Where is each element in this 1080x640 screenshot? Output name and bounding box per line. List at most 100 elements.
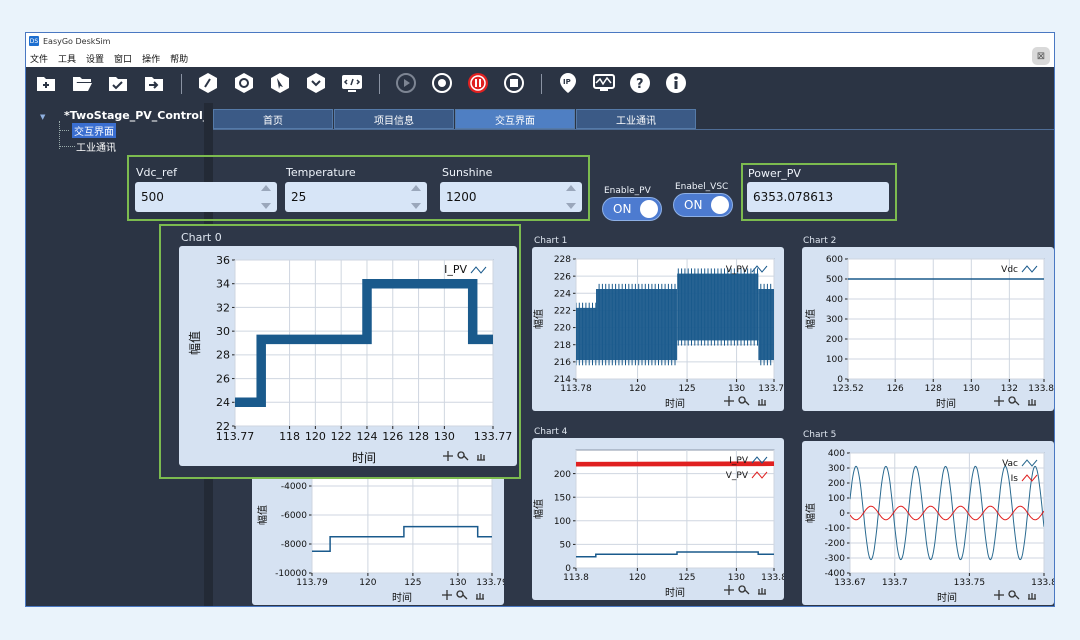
- chart0-xtick-label: 113.77: [216, 430, 255, 443]
- sunshine-label: Sunshine: [442, 166, 493, 179]
- tree-item-industrial[interactable]: 工业通讯: [76, 139, 116, 154]
- tree-item-interactive[interactable]: 交互界面: [72, 123, 116, 138]
- expand-triangle-icon[interactable]: ▼: [40, 113, 45, 121]
- sunshine-spinner[interactable]: [566, 185, 576, 209]
- chart4-plot-area[interactable]: [575, 449, 775, 569]
- chart0-ytick-label: 28: [216, 349, 230, 362]
- title-bar: DS EasyGo DeskSim: [26, 33, 1054, 49]
- chart0-ylabel: 幅值: [187, 331, 202, 355]
- cursor-cross-icon[interactable]: [724, 585, 734, 595]
- chart5-ytick-label: 0: [839, 509, 845, 519]
- pan-hand-icon[interactable]: [476, 593, 484, 600]
- cursor-cross-icon[interactable]: [994, 590, 1004, 600]
- chart3-ytick-label: -8000: [281, 540, 307, 550]
- chart3-xtick-label: 125: [404, 578, 421, 588]
- pan-hand-icon[interactable]: [1028, 399, 1036, 406]
- menu-settings[interactable]: 设置: [86, 52, 104, 65]
- chart0-svg: 2224262830323436113.77 118 120 122 124 126 128…: [187, 254, 512, 465]
- tree-root[interactable]: *TwoStage_PV_Control_I: [64, 109, 212, 122]
- scope-icon[interactable]: [592, 71, 616, 95]
- chart3-xtick-label: 120: [359, 578, 376, 588]
- chart5-svg: -400-300-200-1000100200300400133.67 133.7…: [804, 449, 1054, 604]
- info-icon[interactable]: [664, 71, 688, 95]
- chart0-ytick-label: 32: [216, 301, 230, 314]
- chart5-ytick-label: -300: [825, 554, 846, 564]
- temperature-input[interactable]: 25: [285, 182, 427, 212]
- chart1-xtick-label: 113.78: [560, 384, 592, 394]
- cube-icon[interactable]: [196, 71, 220, 95]
- export-folder-icon[interactable]: [142, 71, 166, 95]
- menu-operate[interactable]: 操作: [142, 52, 160, 65]
- help-icon[interactable]: ?: [628, 71, 652, 95]
- temperature-label: Temperature: [286, 166, 356, 179]
- chart3-xlabel: 时间: [392, 591, 412, 604]
- chart2: 0 100 200 300 400 500 600 123.52 126 128 130 132 133…: [802, 247, 1054, 411]
- cursor-cross-icon[interactable]: [442, 590, 452, 600]
- tab-industrial[interactable]: 工业通讯: [576, 109, 696, 129]
- cursor-cross-icon[interactable]: [443, 451, 453, 461]
- cursor-icon[interactable]: [268, 71, 292, 95]
- vdc-ref-spinner[interactable]: [261, 185, 271, 209]
- temperature-spinner[interactable]: [411, 185, 421, 209]
- enable-vsc-label: Enabel_VSC: [675, 182, 729, 192]
- ip-icon[interactable]: IP: [556, 71, 580, 95]
- menu-tools[interactable]: 工具: [58, 52, 76, 65]
- tab-project-info[interactable]: 项目信息: [334, 109, 454, 129]
- chart5-legend-label: Is: [1011, 474, 1019, 484]
- vdc-ref-label: Vdc_ref: [136, 166, 177, 179]
- pan-hand-icon[interactable]: [758, 588, 766, 595]
- tab-home[interactable]: 首页: [213, 109, 333, 129]
- zoom-icon[interactable]: [738, 396, 750, 406]
- chart3-ylabel: 幅值: [256, 505, 269, 525]
- menu-bar: 文件 工具 设置 窗口 操作 帮助 ⊠: [26, 47, 1054, 67]
- new-project-icon[interactable]: [34, 71, 58, 95]
- zoom-icon[interactable]: [1008, 590, 1020, 600]
- code-window-icon[interactable]: [340, 71, 364, 95]
- chart4-title: Chart 4: [534, 427, 568, 437]
- play-icon[interactable]: [394, 71, 418, 95]
- chart2-ytick-label: 400: [826, 295, 843, 305]
- zoom-icon[interactable]: [457, 451, 469, 461]
- svg-text:IP: IP: [563, 78, 571, 86]
- chart1-ytick-label: 218: [554, 341, 571, 351]
- stop-icon[interactable]: [502, 71, 526, 95]
- cursor-cross-icon[interactable]: [724, 396, 734, 406]
- menu-help[interactable]: 帮助: [170, 52, 188, 65]
- record-icon[interactable]: [430, 71, 454, 95]
- chart4-legend-label: V_PV: [726, 471, 749, 481]
- temperature-value: 25: [291, 190, 307, 204]
- vdc-ref-value: 500: [141, 190, 164, 204]
- sunshine-input[interactable]: 1200: [440, 182, 582, 212]
- window-title: EasyGo DeskSim: [43, 36, 111, 46]
- chart5-xlabel: 时间: [937, 591, 957, 604]
- chart4-ylabel: 幅值: [532, 499, 545, 519]
- chart1-ytick-label: 226: [554, 272, 571, 282]
- pause-icon[interactable]: [466, 71, 490, 95]
- chart1-ytick-label: 220: [554, 324, 571, 334]
- zoom-icon[interactable]: [738, 585, 750, 595]
- chart5-xtick-label: 133.75: [954, 578, 986, 588]
- save-folder-icon[interactable]: [106, 71, 130, 95]
- zoom-icon[interactable]: [1008, 396, 1020, 406]
- chart0: 22 24 26 28 30 32 34 36 113.77 118 120 122 124 126 128…: [179, 246, 517, 466]
- pan-hand-icon[interactable]: [1028, 593, 1036, 600]
- enable-pv-toggle[interactable]: ON: [602, 197, 662, 221]
- pan-hand-icon[interactable]: [477, 454, 485, 461]
- menu-window[interactable]: 窗口: [114, 52, 132, 65]
- cursor-cross-icon[interactable]: [994, 396, 1004, 406]
- sync-icon[interactable]: [232, 71, 256, 95]
- enable-vsc-toggle[interactable]: ON: [673, 193, 733, 217]
- zoom-icon[interactable]: [456, 590, 468, 600]
- chart0-ytick-label: 34: [216, 278, 230, 291]
- open-folder-icon[interactable]: [70, 71, 94, 95]
- close-icon[interactable]: ⊠: [1032, 47, 1050, 65]
- tab-interactive[interactable]: 交互界面: [455, 109, 575, 129]
- app-window: DS EasyGo DeskSim 文件 工具 设置 窗口 操作 帮助 ⊠ IP…: [25, 32, 1055, 607]
- pan-hand-icon[interactable]: [758, 399, 766, 406]
- package-icon[interactable]: [304, 71, 328, 95]
- chart1-ylabel: 幅值: [532, 309, 545, 329]
- vdc-ref-input[interactable]: 500: [135, 182, 277, 212]
- chart4-ytick-label: 100: [554, 517, 571, 527]
- menu-file[interactable]: 文件: [30, 52, 48, 65]
- chart4-ytick-label: 200: [554, 470, 571, 480]
